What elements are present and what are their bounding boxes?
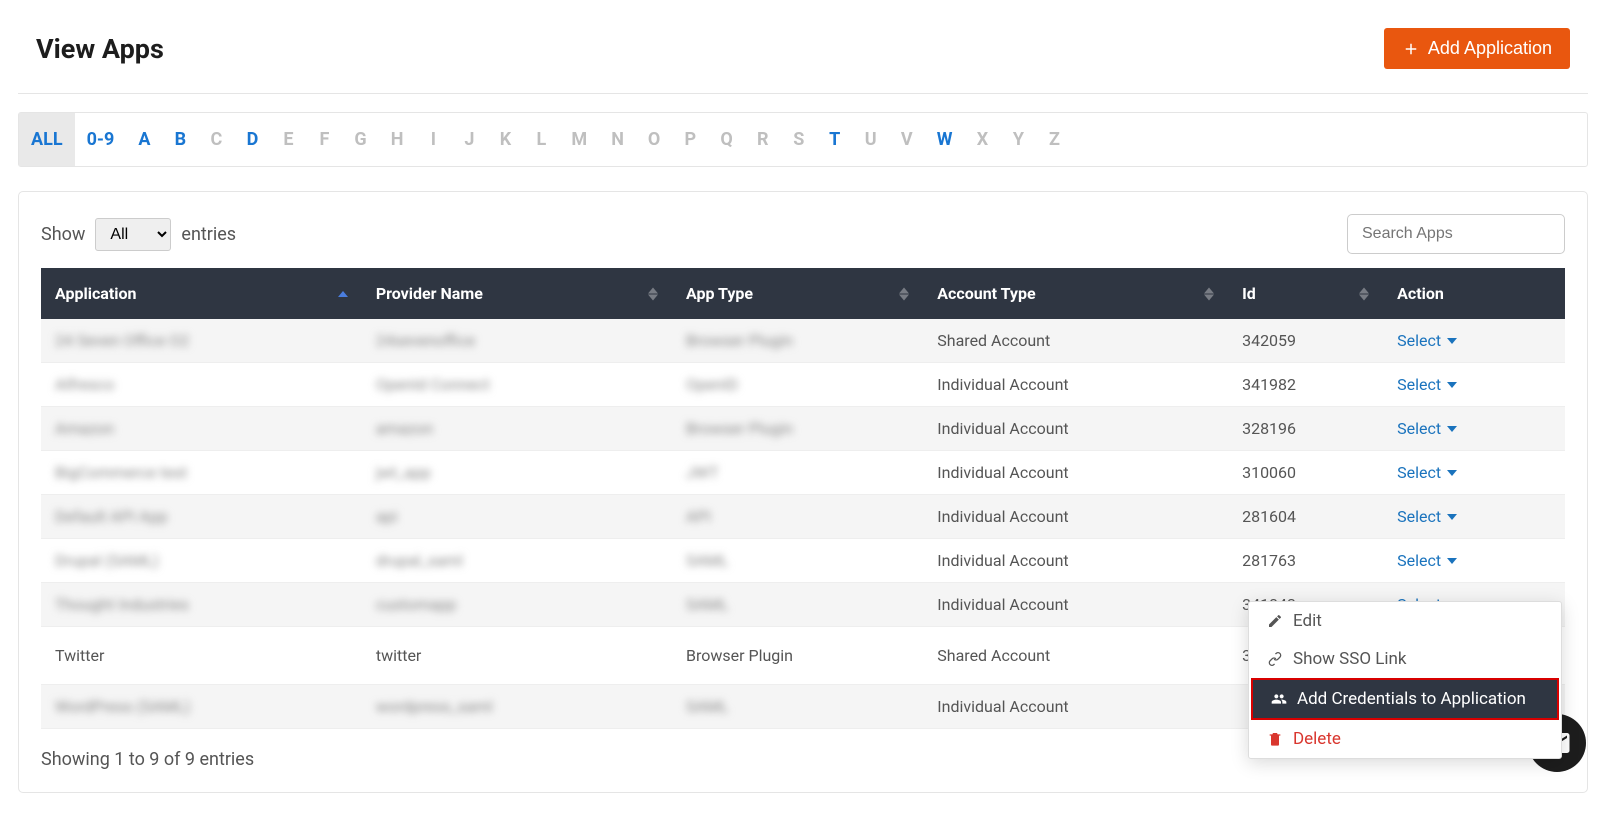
alpha-item-y: Y <box>1000 113 1036 166</box>
alpha-item-f: F <box>306 113 342 166</box>
alpha-item-c: C <box>198 113 234 166</box>
alpha-nav: ALL0-9ABCDEFGHIJKLMNOPQRSTUVWXYZ <box>18 112 1588 167</box>
trash-icon <box>1267 731 1283 747</box>
col-apptype[interactable]: App Type <box>672 268 923 319</box>
table-row: Drupal (SAML)drupal_samlSAMLIndividual A… <box>41 539 1565 583</box>
col-id[interactable]: Id <box>1228 268 1383 319</box>
alpha-item-i: I <box>415 113 451 166</box>
select-action[interactable]: Select <box>1397 551 1457 570</box>
select-action[interactable]: Select <box>1397 375 1457 394</box>
sort-icon <box>899 287 909 300</box>
alpha-item-o: O <box>636 113 672 166</box>
dropdown-show-sso[interactable]: Show SSO Link <box>1249 640 1561 678</box>
alpha-item-w[interactable]: W <box>925 113 965 166</box>
alpha-item-g: G <box>342 113 378 166</box>
alpha-item-n: N <box>599 113 636 166</box>
edit-icon <box>1267 613 1283 629</box>
select-action[interactable]: Select <box>1397 331 1457 350</box>
col-action: Action <box>1383 268 1565 319</box>
alpha-item-m: M <box>559 113 599 166</box>
caret-down-icon <box>1447 470 1457 476</box>
alpha-item-j: J <box>451 113 487 166</box>
caret-down-icon <box>1447 514 1457 520</box>
alpha-item-0-9[interactable]: 0-9 <box>75 113 127 166</box>
select-action[interactable]: Select <box>1397 463 1457 482</box>
sort-icon <box>338 291 348 297</box>
col-provider[interactable]: Provider Name <box>362 268 672 319</box>
action-dropdown: Edit Show SSO Link Add Credentials to Ap… <box>1248 601 1562 759</box>
select-action[interactable]: Select <box>1397 419 1457 438</box>
table-row: AmazonamazonBrowser PluginIndividual Acc… <box>41 407 1565 451</box>
table-row: BigCommerce testjwt_appJWTIndividual Acc… <box>41 451 1565 495</box>
alpha-item-s: S <box>781 113 817 166</box>
alpha-item-p: P <box>672 113 708 166</box>
alpha-item-x: X <box>964 113 1000 166</box>
caret-down-icon <box>1447 382 1457 388</box>
add-application-button[interactable]: Add Application <box>1384 28 1570 69</box>
table-row: Default API AppapiAPIIndividual Account2… <box>41 495 1565 539</box>
page-title: View Apps <box>36 33 164 65</box>
entries-select[interactable]: All <box>95 218 171 251</box>
caret-down-icon <box>1447 338 1457 344</box>
alpha-item-e: E <box>270 113 306 166</box>
alpha-item-t[interactable]: T <box>817 113 853 166</box>
dropdown-delete[interactable]: Delete <box>1249 720 1561 758</box>
alpha-item-a[interactable]: A <box>126 113 162 166</box>
sort-icon <box>1204 287 1214 300</box>
caret-down-icon <box>1447 558 1457 564</box>
alpha-item-h: H <box>379 113 416 166</box>
alpha-item-all[interactable]: ALL <box>19 113 75 166</box>
sort-icon <box>648 287 658 300</box>
sort-icon <box>1359 287 1369 300</box>
caret-down-icon <box>1447 426 1457 432</box>
alpha-item-v: V <box>889 113 925 166</box>
plus-icon <box>1402 40 1420 58</box>
entries-label: entries <box>181 224 236 245</box>
alpha-item-b[interactable]: B <box>162 113 198 166</box>
alpha-item-d[interactable]: D <box>234 113 270 166</box>
dropdown-edit[interactable]: Edit <box>1249 602 1561 640</box>
users-icon <box>1271 691 1287 707</box>
search-input[interactable] <box>1347 214 1565 254</box>
link-icon <box>1267 651 1283 667</box>
alpha-item-q: Q <box>708 113 744 166</box>
table-row: 24 Seven Office O224sevenofficeBrowser P… <box>41 319 1565 363</box>
show-label: Show <box>41 224 85 245</box>
alpha-item-r: R <box>745 113 781 166</box>
alpha-item-u: U <box>853 113 889 166</box>
col-account[interactable]: Account Type <box>923 268 1228 319</box>
table-row: AlfrescoOpenId ConnectOpenIDIndividual A… <box>41 363 1565 407</box>
col-application[interactable]: Application <box>41 268 362 319</box>
alpha-item-l: L <box>523 113 559 166</box>
alpha-item-k: K <box>487 113 523 166</box>
dropdown-add-credentials[interactable]: Add Credentials to Application <box>1251 678 1559 720</box>
add-application-label: Add Application <box>1428 38 1552 59</box>
select-action[interactable]: Select <box>1397 507 1457 526</box>
alpha-item-z: Z <box>1036 113 1072 166</box>
